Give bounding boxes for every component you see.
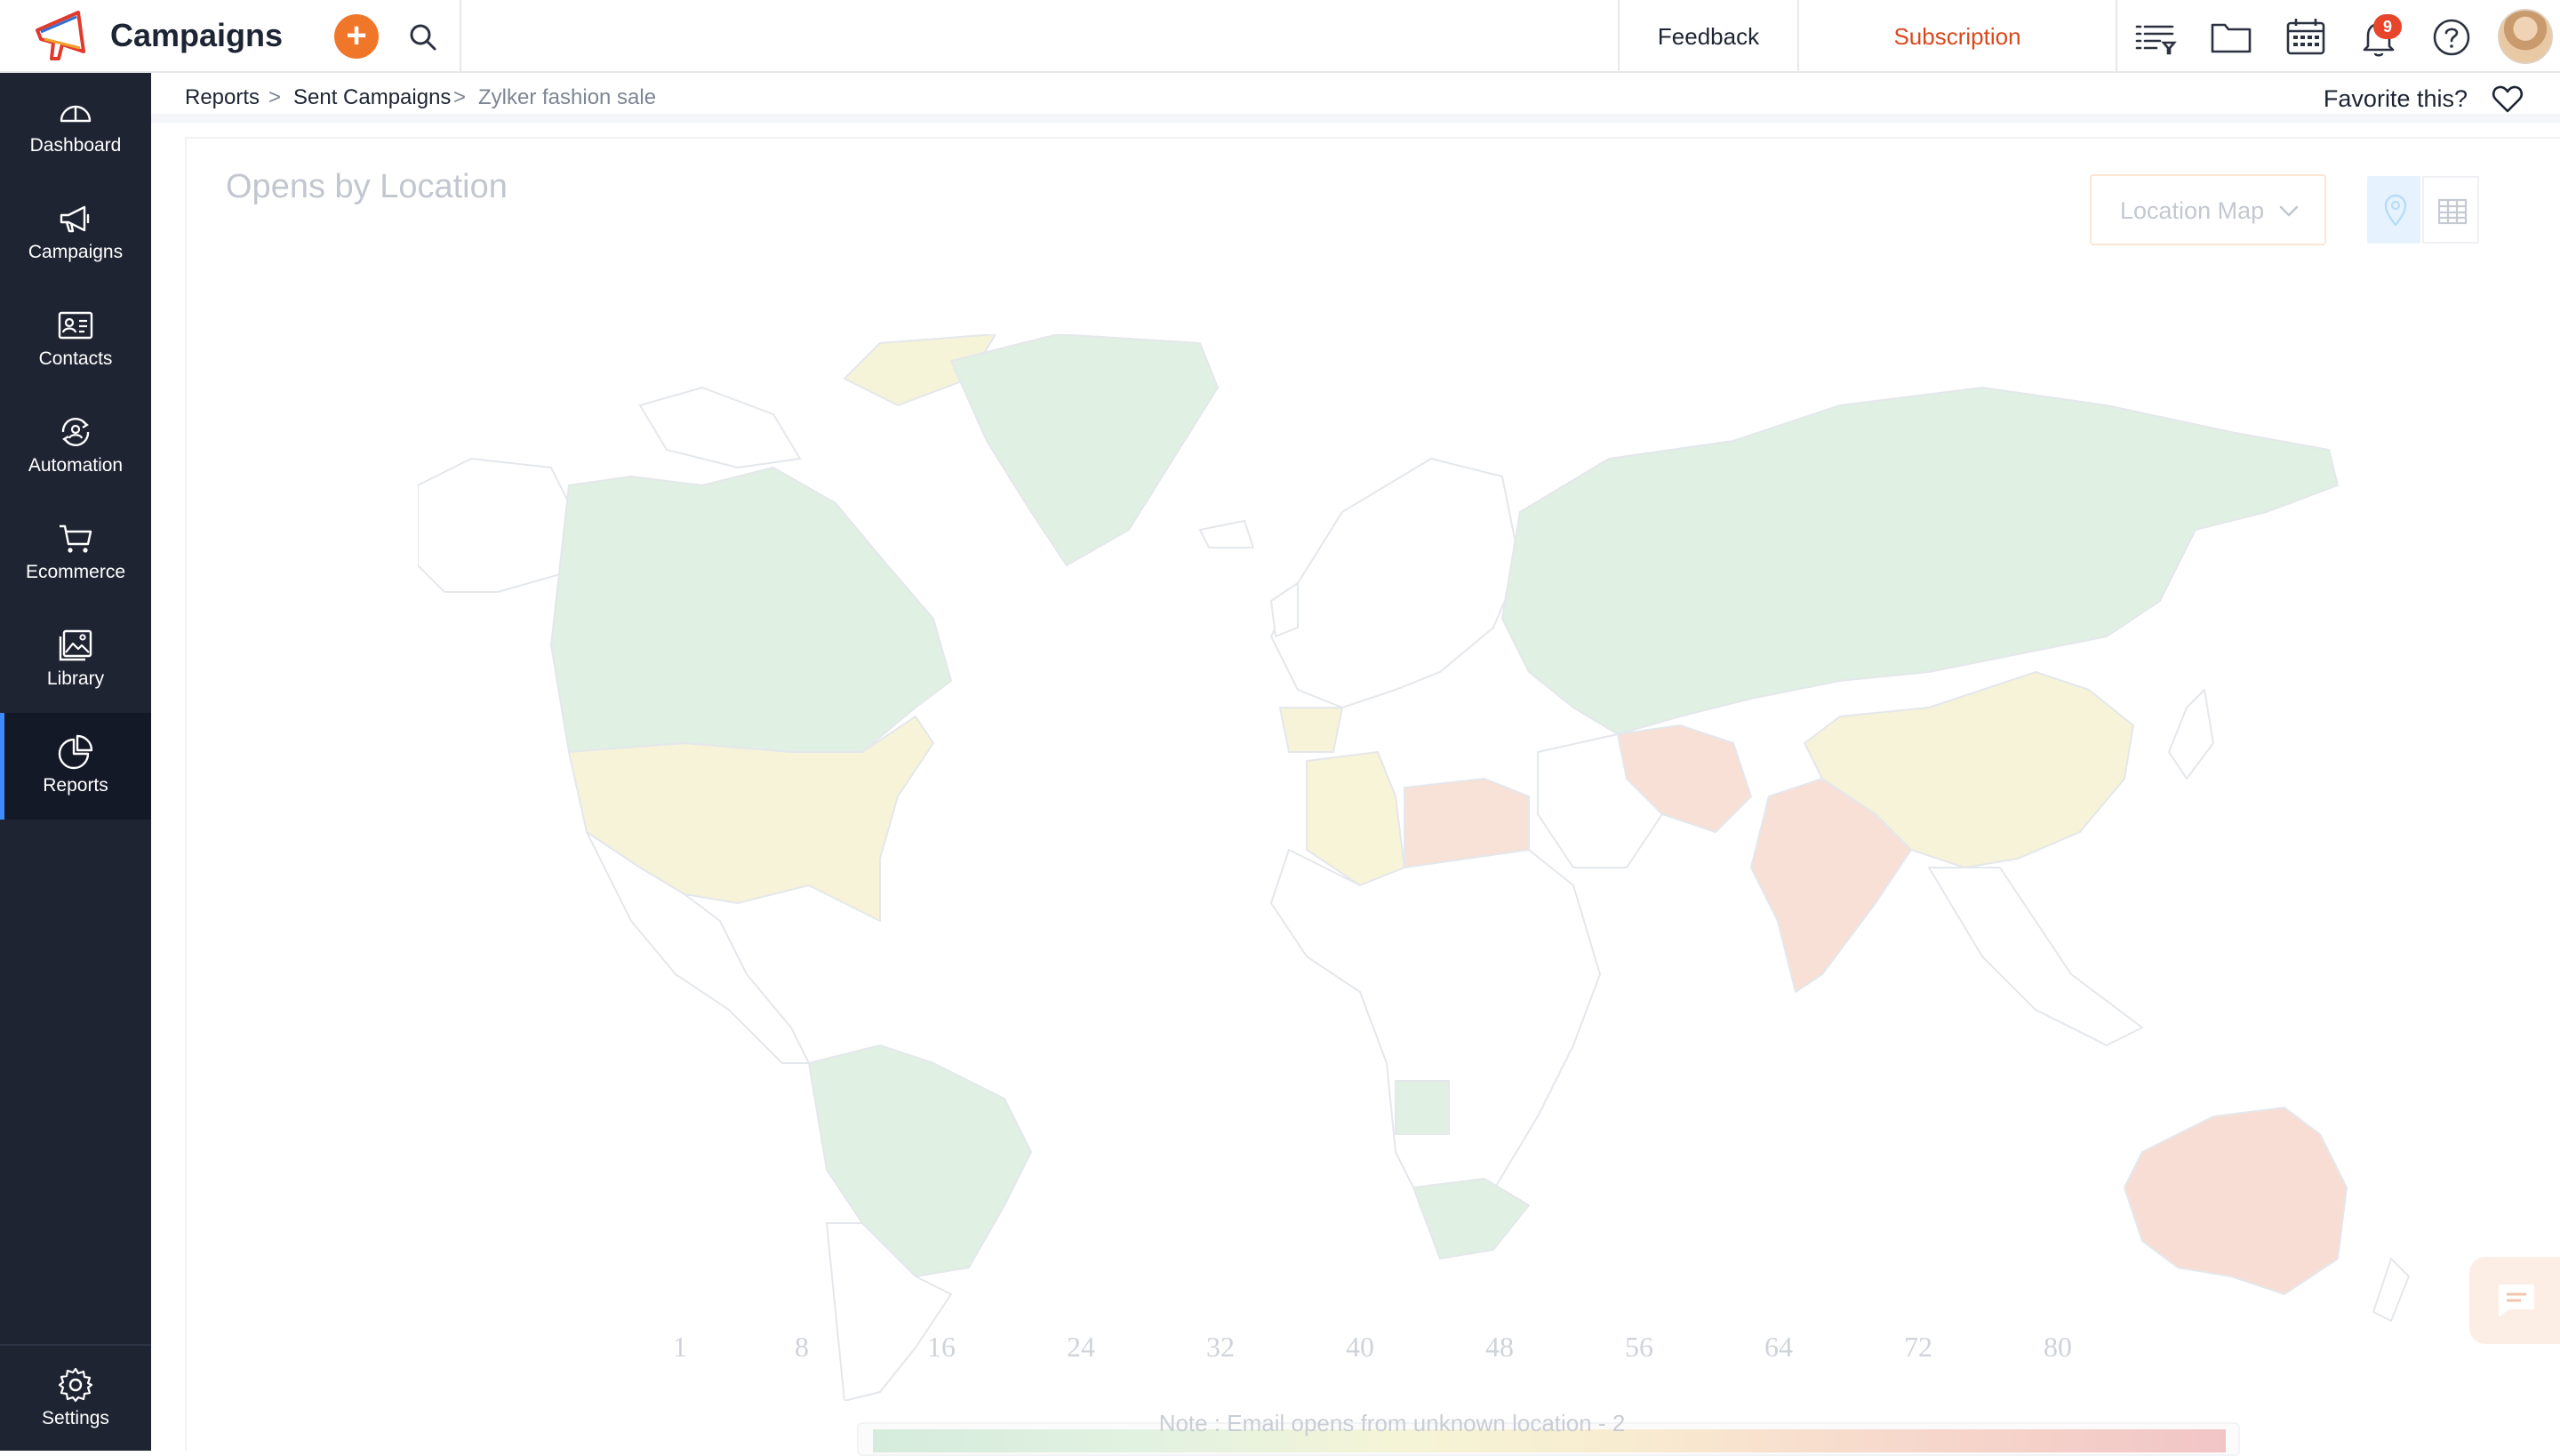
map-region-russia xyxy=(1501,387,2339,735)
cart-icon xyxy=(60,524,92,553)
image-library-icon xyxy=(59,629,92,661)
create-button[interactable]: + xyxy=(334,14,379,59)
map-region-new-zealand xyxy=(2372,1258,2410,1322)
legend-tick: 56 xyxy=(1625,1331,1653,1363)
sidebar-item-library[interactable]: Library xyxy=(0,606,151,713)
notification-badge: 9 xyxy=(2373,14,2402,39)
contact-card-icon xyxy=(58,311,93,340)
gear-icon xyxy=(58,1367,93,1403)
sidebar-item-label: Settings xyxy=(42,1408,109,1428)
breadcrumb-separator: > xyxy=(268,85,282,109)
location-pin-icon xyxy=(2384,194,2407,227)
legend-tick: 8 xyxy=(795,1331,809,1363)
view-type-dropdown[interactable]: Location Map xyxy=(2090,174,2326,245)
calendar-icon[interactable] xyxy=(2283,14,2329,60)
table-view-toggle[interactable] xyxy=(2422,176,2479,244)
sidebar-item-contacts[interactable]: Contacts xyxy=(0,286,151,393)
heart-icon[interactable] xyxy=(2491,82,2524,116)
legend-tick: 80 xyxy=(2044,1331,2072,1363)
sidebar-item-label: Campaigns xyxy=(28,242,124,262)
sidebar-item-label: Reports xyxy=(43,775,108,796)
unknown-location-note: Note : Email opens from unknown location… xyxy=(1158,1410,1626,1436)
sidebar-item-label: Ecommerce xyxy=(25,562,126,582)
app-name: Campaigns xyxy=(110,17,284,53)
legend-tick: 16 xyxy=(927,1331,956,1363)
campaigns-logo-icon[interactable] xyxy=(32,9,91,64)
map-region-spain xyxy=(1279,707,1343,753)
help-icon[interactable] xyxy=(2428,14,2475,60)
divider xyxy=(460,0,461,73)
view-type-value: Location Map xyxy=(2120,197,2265,224)
map-region-iceland xyxy=(1199,520,1254,548)
chat-icon xyxy=(2499,1284,2534,1316)
map-region-angola xyxy=(1395,1080,1450,1135)
sidebar-item-campaigns[interactable]: Campaigns xyxy=(0,180,151,286)
sidebar-item-label: Contacts xyxy=(38,348,113,369)
legend-tick: 48 xyxy=(1485,1331,1514,1363)
folder-icon[interactable] xyxy=(2208,14,2254,60)
legend-tick: 24 xyxy=(1067,1331,1095,1363)
map-region-southeast-asia xyxy=(1928,867,2143,1046)
chat-button[interactable] xyxy=(2469,1257,2560,1344)
map-region-australia xyxy=(2124,1107,2348,1295)
map-region-arctic-islands xyxy=(639,387,801,468)
world-map xyxy=(418,334,2410,1401)
avatar[interactable] xyxy=(2498,9,2553,64)
sidebar-item-label: Automation xyxy=(28,455,124,476)
feedback-button[interactable]: Feedback xyxy=(1620,0,1797,73)
legend-tick: 64 xyxy=(1764,1331,1793,1363)
list-filter-icon[interactable] xyxy=(2133,14,2180,60)
sidebar: Dashboard Campaigns Contacts Automation … xyxy=(0,73,151,1451)
map-region-south-africa xyxy=(1412,1178,1530,1260)
map-region-alaska xyxy=(418,458,570,593)
search-icon[interactable] xyxy=(402,16,444,59)
sidebar-item-reports[interactable]: Reports xyxy=(0,713,151,820)
legend-tick: 40 xyxy=(1346,1331,1374,1363)
map-region-africa xyxy=(1270,849,1601,1224)
legend-tick: 1 xyxy=(673,1331,687,1363)
sidebar-item-automation[interactable]: Automation xyxy=(0,393,151,500)
breadcrumb-separator: > xyxy=(453,85,467,109)
sidebar-item-label: Dashboard xyxy=(29,135,122,156)
map-region-japan xyxy=(2168,689,2214,780)
map-region-greenland xyxy=(950,334,1219,566)
sidebar-item-label: Library xyxy=(46,668,105,689)
pie-chart-icon xyxy=(58,734,93,770)
report-panel: Opens by Location Location Map xyxy=(185,137,2560,1456)
breadcrumb: Reports > Sent Campaigns > Zylker fashio… xyxy=(151,73,2560,123)
sidebar-item-ecommerce[interactable]: Ecommerce xyxy=(0,500,151,606)
sidebar-item-dashboard[interactable]: Dashboard xyxy=(0,73,151,180)
sidebar-item-settings[interactable]: Settings xyxy=(0,1344,151,1451)
breadcrumb-sent-campaigns[interactable]: Sent Campaigns xyxy=(293,84,451,112)
gauge-icon xyxy=(60,105,92,123)
favorite-label: Favorite this? xyxy=(2323,85,2468,112)
map-region-europe xyxy=(1270,458,1521,708)
top-bar: Campaigns + Feedback Subscription 9 xyxy=(0,0,2560,73)
map-view-toggle[interactable] xyxy=(2367,176,2420,244)
legend-tick: 32 xyxy=(1206,1331,1235,1363)
table-icon xyxy=(2437,198,2468,225)
automation-icon xyxy=(61,418,90,446)
megaphone-icon xyxy=(60,205,90,233)
divider xyxy=(2116,0,2117,73)
breadcrumb-reports[interactable]: Reports xyxy=(185,84,260,112)
chevron-down-icon xyxy=(2279,205,2299,217)
map-region-canada xyxy=(550,467,952,753)
page-title: Opens by Location xyxy=(226,168,508,205)
subscription-link[interactable]: Subscription xyxy=(1799,0,2116,73)
breadcrumb-current: Zylker fashion sale xyxy=(478,85,657,109)
map-region-uk xyxy=(1270,582,1299,637)
legend-tick: 72 xyxy=(1904,1331,1932,1363)
